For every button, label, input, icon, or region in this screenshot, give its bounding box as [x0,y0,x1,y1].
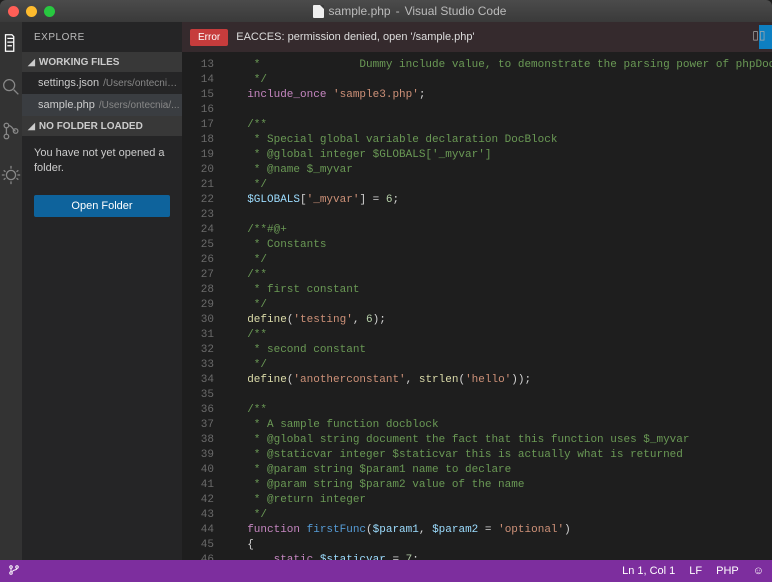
working-files-label: WORKING FILES [39,57,120,68]
editor-actions: ▯▯ ⋯ ✕ [752,28,772,42]
split-editor-icon[interactable]: ▯▯ [752,28,765,42]
notification-bar: Error EACCES: permission denied, open '/… [182,22,772,52]
git-branch-icon[interactable] [8,564,20,579]
file-icon [313,5,324,18]
no-folder-header[interactable]: ◢ NO FOLDER LOADED [22,116,182,136]
close-window-icon[interactable] [8,6,19,17]
source-control-icon[interactable] [0,120,22,142]
code-editor[interactable]: 1314151617181920212223242526272829303132… [182,52,772,560]
file-path: /Users/ontecnia/... [99,100,180,111]
no-folder-label: NO FOLDER LOADED [39,121,143,132]
status-language[interactable]: PHP [716,565,739,577]
activity-bar [0,22,22,560]
line-number-gutter: 1314151617181920212223242526272829303132… [182,58,222,560]
status-ln-col[interactable]: Ln 1, Col 1 [622,565,675,577]
file-path: /Users/ontecnia/... [103,78,182,89]
editor-area: Error EACCES: permission denied, open '/… [182,22,772,560]
working-files-header[interactable]: ◢ WORKING FILES [22,52,182,72]
minimize-window-icon[interactable] [26,6,37,17]
title-sep: - [396,4,400,18]
code-content[interactable]: * Dummy include value, to demonstrate th… [222,58,772,560]
title-filename: sample.php [329,4,391,18]
chevron-down-icon: ◢ [28,121,35,132]
status-bar: Ln 1, Col 1 LF PHP ☺ [0,560,772,582]
file-name: sample.php [38,99,95,111]
search-icon[interactable] [0,76,22,98]
title-app: Visual Studio Code [405,4,507,18]
notification-text: EACCES: permission denied, open '/sample… [236,31,759,43]
file-name: settings.json [38,77,99,89]
working-file-item[interactable]: settings.json/Users/ontecnia/... [22,72,182,94]
sidebar-title: EXPLORE [22,22,182,52]
zoom-window-icon[interactable] [44,6,55,17]
debug-icon[interactable] [0,164,22,186]
window-title: sample.php - Visual Studio Code [55,4,764,18]
open-folder-button[interactable]: Open Folder [34,195,170,217]
error-badge: Error [190,29,228,46]
chevron-down-icon: ◢ [28,57,35,68]
status-eol[interactable]: LF [689,565,702,577]
explorer-icon[interactable] [0,32,22,54]
window-titlebar: sample.php - Visual Studio Code [0,0,772,22]
traffic-lights [8,6,55,17]
no-folder-message: You have not yet opened a folder. [22,136,182,187]
feedback-icon[interactable]: ☺ [753,565,764,577]
sidebar-explorer: EXPLORE ◢ WORKING FILES settings.json/Us… [22,22,182,560]
working-file-item[interactable]: sample.php/Users/ontecnia/... [22,94,182,116]
